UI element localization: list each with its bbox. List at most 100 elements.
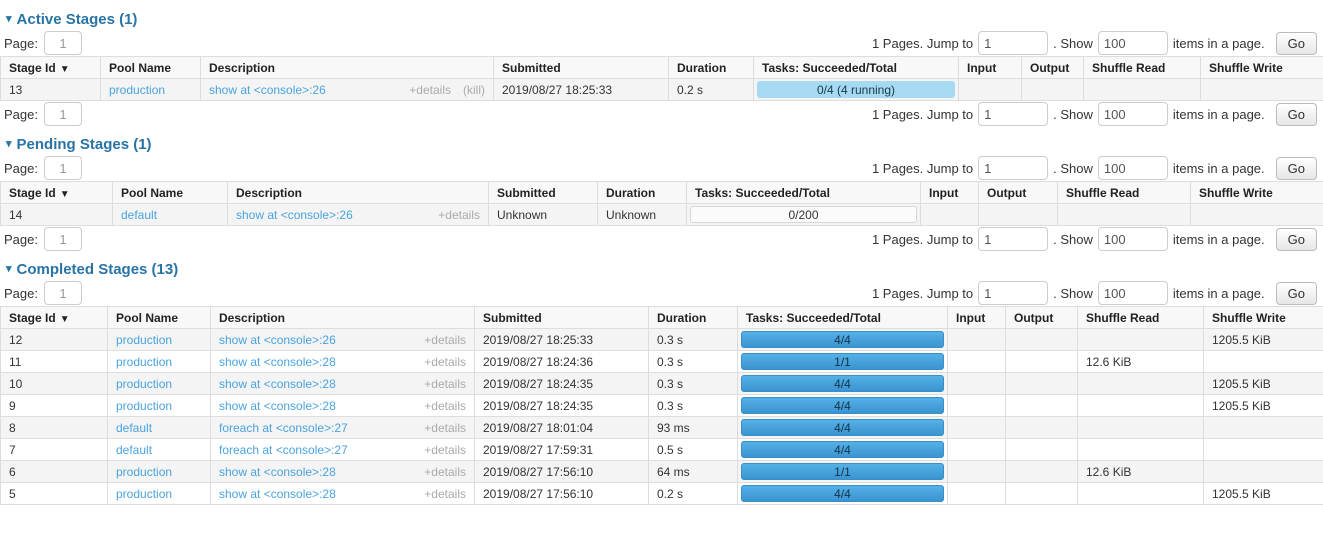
column-header-desc[interactable]: Description	[201, 57, 494, 79]
column-header-label: Input	[929, 186, 958, 200]
description-link[interactable]: show at <console>:28	[219, 355, 336, 369]
description-link[interactable]: show at <console>:28	[219, 399, 336, 413]
section-heading-pending-stages[interactable]: ▾ Pending Stages (1)	[0, 136, 1323, 153]
go-button[interactable]: Go	[1276, 32, 1317, 55]
section-heading-active-stages[interactable]: ▾ Active Stages (1)	[0, 11, 1323, 28]
column-header-shuffle_write[interactable]: Shuffle Write	[1191, 182, 1323, 204]
cell-description: show at <console>:28 +details	[211, 461, 475, 483]
go-button[interactable]: Go	[1276, 282, 1317, 305]
pool-name-link[interactable]: production	[116, 465, 172, 479]
pool-name-link[interactable]: production	[109, 83, 165, 97]
description-actions: +details	[424, 421, 466, 435]
description-link[interactable]: show at <console>:28	[219, 377, 336, 391]
column-header-submitted[interactable]: Submitted	[489, 182, 598, 204]
task-progress-label: 0/4 (4 running)	[817, 83, 895, 97]
column-header-tasks[interactable]: Tasks: Succeeded/Total	[738, 307, 948, 329]
description-link[interactable]: show at <console>:26	[209, 83, 326, 97]
column-header-shuffle_read[interactable]: Shuffle Read	[1058, 182, 1191, 204]
column-header-tasks[interactable]: Tasks: Succeeded/Total	[754, 57, 959, 79]
pool-name-link[interactable]: default	[121, 208, 157, 222]
pool-name-link[interactable]: production	[116, 377, 172, 391]
column-header-desc[interactable]: Description	[228, 182, 489, 204]
column-header-tasks[interactable]: Tasks: Succeeded/Total	[687, 182, 921, 204]
pool-name-link[interactable]: production	[116, 355, 172, 369]
task-progress-bar: 1/1	[741, 353, 944, 370]
pool-name-link[interactable]: production	[116, 487, 172, 501]
column-header-pool[interactable]: Pool Name	[113, 182, 228, 204]
column-header-output[interactable]: Output	[1022, 57, 1084, 79]
column-header-stage_id[interactable]: Stage Id▼	[1, 307, 108, 329]
column-header-input[interactable]: Input	[921, 182, 979, 204]
jump-to-page-input[interactable]	[978, 227, 1048, 251]
pool-name-link[interactable]: default	[116, 421, 152, 435]
items-per-page-input[interactable]	[1098, 281, 1168, 305]
column-header-desc[interactable]: Description	[211, 307, 475, 329]
description-link[interactable]: show at <console>:26	[219, 333, 336, 347]
column-header-shuffle_read[interactable]: Shuffle Read	[1078, 307, 1204, 329]
pool-name-link[interactable]: production	[116, 333, 172, 347]
go-button[interactable]: Go	[1276, 228, 1317, 251]
column-header-shuffle_read[interactable]: Shuffle Read	[1084, 57, 1201, 79]
column-header-duration[interactable]: Duration	[598, 182, 687, 204]
pool-name-link[interactable]: default	[116, 443, 152, 457]
details-toggle[interactable]: +details	[424, 333, 466, 347]
cell-pool-name: production	[108, 351, 211, 373]
details-toggle[interactable]: +details	[424, 443, 466, 457]
column-header-submitted[interactable]: Submitted	[494, 57, 669, 79]
column-header-shuffle_write[interactable]: Shuffle Write	[1204, 307, 1323, 329]
column-header-stage_id[interactable]: Stage Id▼	[1, 182, 113, 204]
items-per-page-input[interactable]	[1098, 156, 1168, 180]
page-number-input[interactable]	[44, 102, 82, 126]
details-toggle[interactable]: +details	[424, 487, 466, 501]
details-toggle[interactable]: +details	[424, 421, 466, 435]
page-number-input[interactable]	[44, 227, 82, 251]
description-link[interactable]: show at <console>:28	[219, 487, 336, 501]
column-header-output[interactable]: Output	[1006, 307, 1078, 329]
page-number-input[interactable]	[44, 281, 82, 305]
column-header-stage_id[interactable]: Stage Id▼	[1, 57, 101, 79]
table-row: 11productionshow at <console>:28+details…	[1, 351, 1323, 373]
cell-description: show at <console>:26 +details	[211, 329, 475, 351]
go-button[interactable]: Go	[1276, 103, 1317, 126]
details-toggle[interactable]: +details	[424, 377, 466, 391]
table-row: 5productionshow at <console>:28+details2…	[1, 483, 1323, 505]
table-header-row: Stage Id▼Pool NameDescriptionSubmittedDu…	[1, 57, 1323, 79]
cell-pool-name: production	[108, 483, 211, 505]
details-toggle[interactable]: +details	[424, 399, 466, 413]
page-number-input[interactable]	[44, 31, 82, 55]
jump-to-page-input[interactable]	[978, 31, 1048, 55]
column-header-duration[interactable]: Duration	[669, 57, 754, 79]
page-number-input[interactable]	[44, 156, 82, 180]
go-button[interactable]: Go	[1276, 157, 1317, 180]
column-header-output[interactable]: Output	[979, 182, 1058, 204]
description-link[interactable]: foreach at <console>:27	[219, 443, 348, 457]
cell-input	[948, 483, 1006, 505]
column-header-input[interactable]: Input	[959, 57, 1022, 79]
column-header-duration[interactable]: Duration	[649, 307, 738, 329]
pages-count-text: 1 Pages. Jump to	[872, 107, 973, 122]
pool-name-link[interactable]: production	[116, 399, 172, 413]
details-toggle[interactable]: +details	[424, 465, 466, 479]
description-link[interactable]: show at <console>:28	[219, 465, 336, 479]
items-per-page-input[interactable]	[1098, 31, 1168, 55]
details-toggle[interactable]: +details	[409, 83, 451, 97]
jump-to-page-input[interactable]	[978, 102, 1048, 126]
jump-to-page-input[interactable]	[978, 156, 1048, 180]
description-link[interactable]: foreach at <console>:27	[219, 421, 348, 435]
pages-count-text: 1 Pages. Jump to	[872, 36, 973, 51]
description-link[interactable]: show at <console>:26	[236, 208, 353, 222]
column-header-shuffle_write[interactable]: Shuffle Write	[1201, 57, 1323, 79]
details-toggle[interactable]: +details	[438, 208, 480, 222]
column-header-pool[interactable]: Pool Name	[108, 307, 211, 329]
items-per-page-input[interactable]	[1098, 102, 1168, 126]
column-header-input[interactable]: Input	[948, 307, 1006, 329]
kill-link[interactable]: (kill)	[463, 83, 485, 97]
cell-output	[1006, 417, 1078, 439]
jump-to-page-input[interactable]	[978, 281, 1048, 305]
cell-shuffle-write: 1205.5 KiB	[1204, 373, 1323, 395]
section-heading-completed-stages[interactable]: ▾ Completed Stages (13)	[0, 261, 1323, 278]
column-header-pool[interactable]: Pool Name	[101, 57, 201, 79]
details-toggle[interactable]: +details	[424, 355, 466, 369]
column-header-submitted[interactable]: Submitted	[475, 307, 649, 329]
items-per-page-input[interactable]	[1098, 227, 1168, 251]
